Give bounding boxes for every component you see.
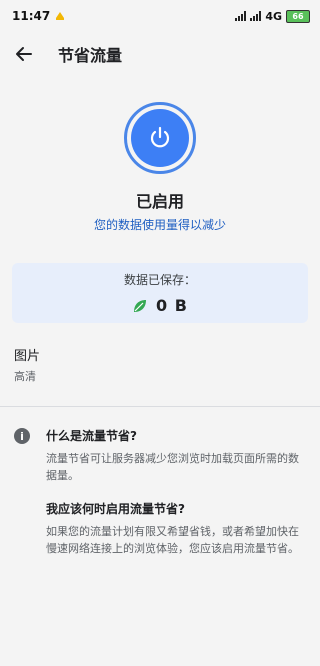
battery-icon: 66: [286, 9, 310, 23]
back-button[interactable]: [12, 42, 36, 66]
status-time: 11:47: [12, 9, 51, 23]
data-saved-label: 数据已保存：: [123, 273, 196, 287]
faq-body: 什么是流量节省? 流量节省可让服务器减少您浏览时加载页面所需的数据量。 我应该何…: [46, 427, 306, 557]
image-quality-setting[interactable]: 图片 高清: [0, 345, 320, 384]
signal-icon-2: [250, 11, 262, 21]
image-setting-value: 高清: [14, 370, 36, 383]
data-saved-card: 数据已保存： 0 B: [12, 263, 308, 323]
power-button-inner: [131, 109, 189, 167]
power-icon: [150, 126, 170, 148]
data-saved-value: 0 B: [156, 296, 188, 315]
image-setting-title: 图片: [14, 349, 41, 364]
info-icon: i: [14, 428, 30, 444]
faq-answer-2: 如果您的流量计划有限又希望省钱，或者希望加快在慢速网络连接上的浏览体验，您应该启…: [46, 525, 299, 555]
toolbar: 节省流量: [0, 34, 320, 74]
signal-icon: [235, 11, 247, 21]
divider: [0, 406, 320, 407]
status-subtitle: 您的数据使用量得以减少: [93, 218, 226, 232]
hero-section: 已启用 您的数据使用量得以减少: [0, 102, 320, 233]
leaf-icon: [134, 299, 147, 312]
faq-answer-1: 流量节省可让服务器减少您浏览时加载页面所需的数据量。: [46, 452, 299, 482]
status-title: 已启用: [135, 192, 184, 211]
notification-icon: [54, 9, 66, 24]
data-saved-row: 0 B: [132, 296, 188, 315]
arrow-left-icon: [16, 47, 32, 61]
network-type: 4G: [265, 9, 282, 23]
status-left: 11:47: [12, 9, 66, 24]
status-right: 4G 66: [235, 9, 310, 23]
faq-question-1: 什么是流量节省?: [46, 429, 137, 443]
page-title: 节省流量: [58, 46, 123, 65]
status-bar: 11:47 4G 66: [0, 0, 320, 32]
power-toggle-button[interactable]: [124, 102, 196, 174]
faq-section: i 什么是流量节省? 流量节省可让服务器减少您浏览时加载页面所需的数据量。 我应…: [0, 427, 320, 557]
faq-question-2: 我应该何时启用流量节省?: [46, 502, 185, 516]
